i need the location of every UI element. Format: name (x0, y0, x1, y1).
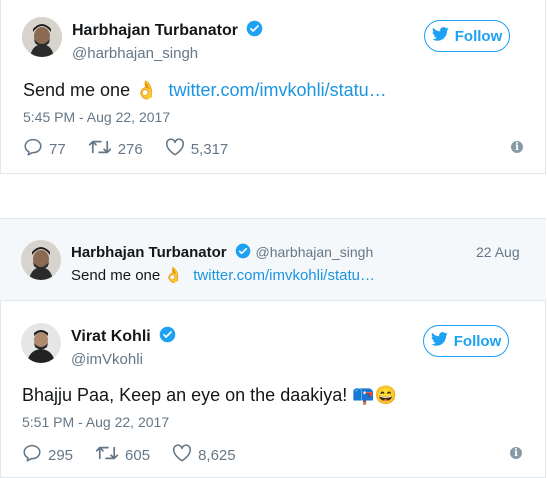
user-info: Harbhajan Turbanator @harbhajan_singh (72, 20, 263, 62)
follow-button[interactable]: Follow (423, 325, 509, 357)
twitter-bird-icon (431, 27, 449, 45)
quoted-header: Harbhajan Turbanator @harbhajan_singh (71, 243, 373, 264)
tweet-actions: 77 276 5,317 (23, 138, 250, 160)
like-count: 5,317 (190, 140, 229, 158)
avatar[interactable] (22, 17, 62, 57)
verified-badge-icon (159, 326, 176, 348)
user-handle[interactable]: @harbhajan_singh (72, 45, 263, 62)
follow-button[interactable]: Follow (424, 20, 510, 52)
retweet-icon (88, 138, 112, 160)
twitter-bird-icon (430, 332, 448, 350)
quoted-tweet[interactable]: Harbhajan Turbanator @harbhajan_singh 22… (0, 218, 546, 301)
tweet-text: Bhajju Paa, Keep an eye on the daakiya! … (22, 385, 397, 406)
reply-button[interactable]: 77 (23, 138, 66, 160)
tweet-text: Send me one 👌 twitter.com/imvkohli/statu… (23, 80, 387, 101)
quoted-body: Send me one (71, 267, 161, 284)
like-button[interactable]: 8,625 (172, 444, 236, 466)
reply-icon (23, 138, 43, 160)
verified-badge-icon (235, 243, 251, 264)
tweet-body: Send me one (23, 80, 131, 100)
emoji: 👌 (164, 267, 184, 284)
like-button[interactable]: 5,317 (165, 138, 229, 160)
tweet-card-1: Harbhajan Turbanator @harbhajan_singh Fo… (0, 0, 546, 174)
emoji: 📪😄 (352, 385, 398, 405)
emoji: 👌 (135, 80, 158, 100)
follow-label: Follow (453, 332, 502, 350)
retweet-count: 276 (117, 140, 143, 158)
quoted-text: Send me one 👌 twitter.com/imvkohli/statu… (71, 266, 375, 284)
retweet-button[interactable]: 605 (95, 444, 150, 466)
like-icon (172, 444, 192, 466)
reply-button[interactable]: 295 (22, 444, 73, 466)
retweet-icon (95, 444, 119, 466)
reply-count: 77 (49, 140, 66, 158)
tweet-body: Bhajju Paa, Keep an eye on the daakiya! (22, 385, 348, 405)
info-icon[interactable]: i (510, 447, 522, 459)
reply-count: 295 (48, 446, 74, 464)
avatar[interactable] (21, 323, 61, 363)
user-name[interactable]: Harbhajan Turbanator (72, 22, 238, 39)
follow-label: Follow (454, 27, 503, 45)
tweet-link[interactable]: twitter.com/imvkohli/statu… (169, 80, 387, 100)
info-icon[interactable]: i (511, 141, 523, 153)
reply-icon (22, 444, 42, 466)
retweet-button[interactable]: 276 (88, 138, 143, 160)
quoted-user-name[interactable]: Harbhajan Turbanator (71, 244, 227, 261)
user-name[interactable]: Virat Kohli (71, 328, 151, 345)
timestamp[interactable]: 5:45 PM - Aug 22, 2017 (23, 109, 170, 125)
user-handle[interactable]: @imVkohli (71, 351, 176, 368)
user-info: Virat Kohli @imVkohli (71, 326, 176, 368)
quoted-date[interactable]: 22 Aug (476, 244, 520, 260)
retweet-count: 605 (125, 446, 151, 464)
quoted-link[interactable]: twitter.com/imvkohli/statu… (193, 267, 375, 284)
verified-badge-icon (246, 20, 263, 42)
timestamp[interactable]: 5:51 PM - Aug 22, 2017 (22, 414, 169, 430)
like-icon (165, 138, 185, 160)
like-count: 8,625 (198, 446, 236, 464)
avatar[interactable] (21, 240, 61, 280)
tweet-actions: 295 605 8,625 (22, 444, 258, 466)
quoted-user-handle[interactable]: @harbhajan_singh (255, 244, 373, 260)
